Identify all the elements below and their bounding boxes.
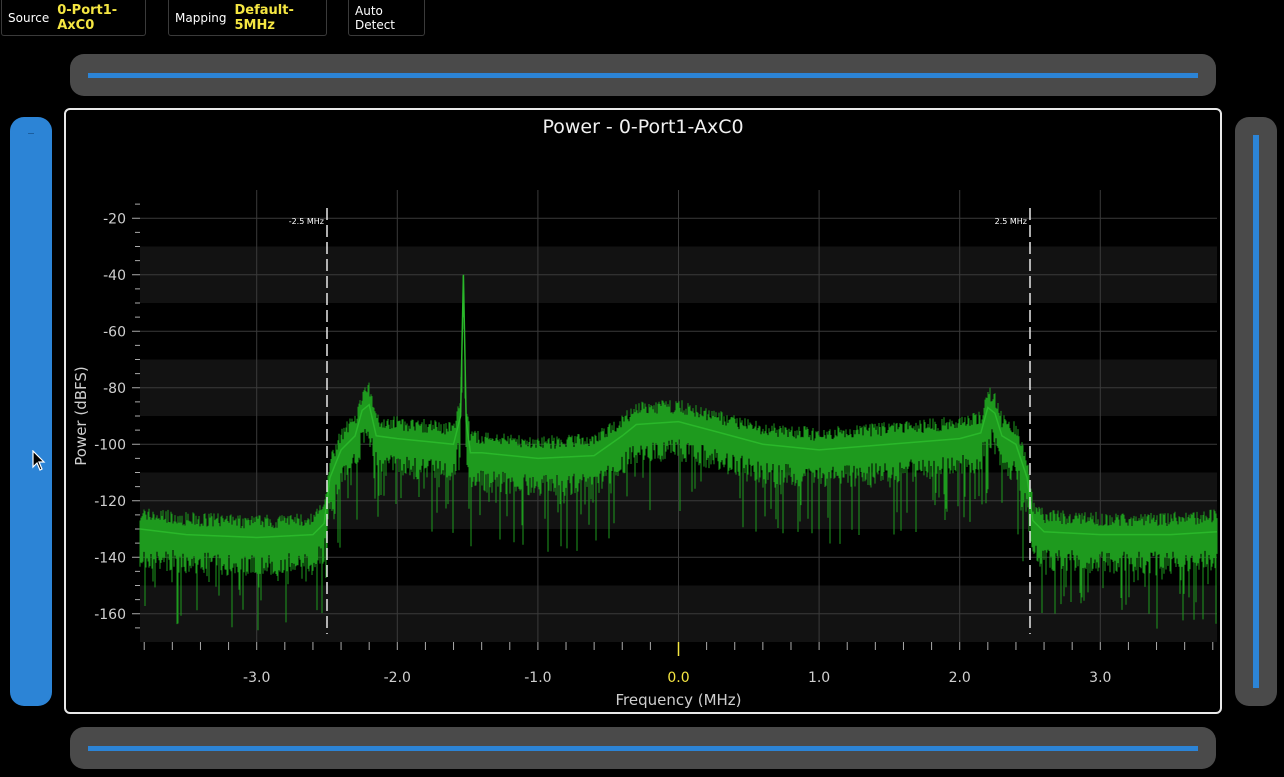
slider-track[interactable] [88,73,1198,78]
slider-track[interactable] [1253,135,1259,688]
y-axis-label: Power (dBFS) [72,366,90,466]
x-tick-label: -1.0 [524,670,551,686]
y-tick-label: -60 [103,324,126,340]
y-tick-label: -140 [94,550,126,566]
y-tick-label: -20 [103,211,126,227]
x-tick-label: 3.0 [1089,670,1111,686]
x-tick-label: 0.0 [667,670,689,686]
source-label: Source [8,10,50,25]
source-button[interactable]: Source 0-Port1-AxC0 [1,0,146,36]
y-tick-label: -80 [103,381,126,397]
slider-handle[interactable] [28,133,34,134]
y-tick-label: -100 [94,437,126,453]
mapping-value: Default-5MHz [234,2,294,33]
x-tick-label: 1.0 [808,670,830,686]
power-range-slider-left[interactable] [10,117,52,706]
power-spectrum-plot[interactable]: Power - 0-Port1-AxC0 -20 -40 -60 -80 -100 -12… [64,108,1222,714]
mouse-pointer-icon [32,450,46,471]
mapping-label: Mapping [175,10,227,25]
y-tick-label: -120 [94,494,126,510]
band-edge-label: 2.5 MHz [995,217,1027,226]
slider-track[interactable] [88,746,1198,751]
frequency-zoom-slider-top[interactable] [70,54,1216,96]
frequency-pan-slider-bottom[interactable] [70,727,1216,769]
source-value: 0-Port1-AxC0 [57,2,118,33]
band-edge-label: -2.5 MHz [289,217,324,226]
x-tick-label: -2.0 [384,670,411,686]
x-tick-label: 2.0 [949,670,971,686]
x-tick-label: -3.0 [243,670,270,686]
auto-detect-button[interactable]: Auto Detect [348,0,425,36]
power-scale-slider-right[interactable] [1235,117,1277,706]
y-tick-label: -160 [94,607,126,623]
auto-detect-label: Auto Detect [355,3,396,32]
spectrum-chart[interactable]: -20 -40 -60 -80 -100 -120 -140 -160 -3.0 -2.0 -1.0… [66,110,1220,712]
y-tick-label: -40 [103,268,126,284]
x-axis-label: Frequency (MHz) [615,691,741,709]
mapping-button[interactable]: Mapping Default-5MHz [168,0,327,36]
